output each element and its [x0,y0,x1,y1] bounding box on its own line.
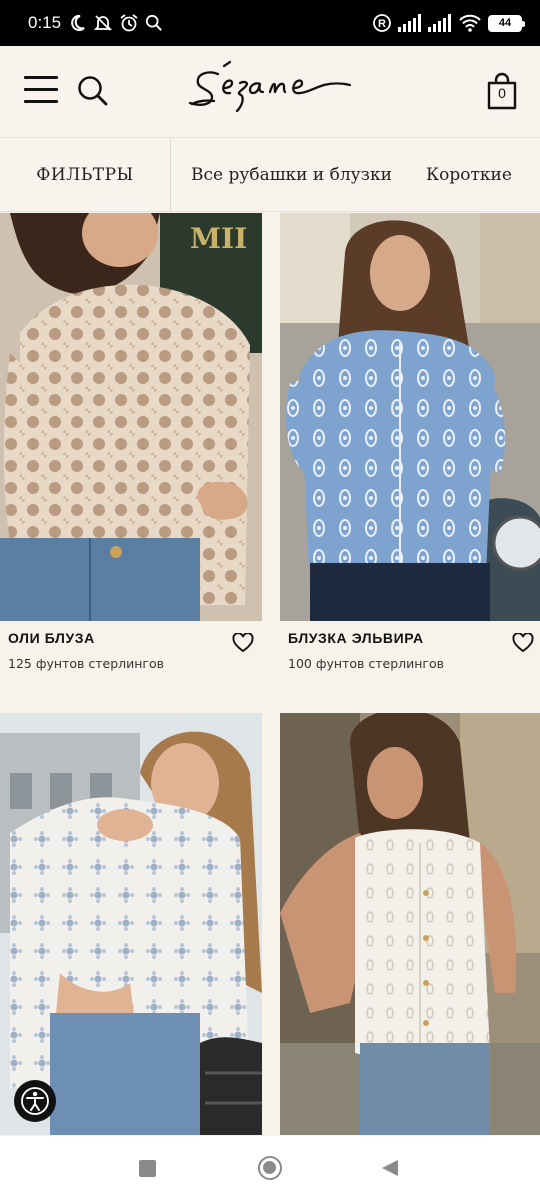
back-button[interactable] [380,1158,400,1178]
status-time: 0:15 [28,13,62,32]
product-price: 125 фунтов стерлингов [8,656,165,671]
bag-button[interactable]: 0 [486,72,518,110]
svg-text:R: R [378,18,386,30]
brand-logo[interactable] [188,58,354,124]
chip-all-shirts[interactable]: Все рубашки и блузки [191,138,392,211]
filters-button[interactable]: ФИЛЬТРЫ [0,138,171,211]
product-image[interactable] [0,713,262,1135]
signal-icon [428,14,451,32]
favorite-heart-icon[interactable] [512,633,534,653]
app-header: 0 [0,46,540,138]
recent-apps-button[interactable] [139,1160,156,1177]
status-right: R 44 [372,13,525,33]
favorite-heart-icon[interactable] [232,633,254,653]
accessibility-icon [21,1087,49,1115]
filter-bar: ФИЛЬТРЫ Все рубашки и блузки Короткие [0,138,540,212]
status-left: 0:15 [28,13,163,33]
product-name[interactable]: ОЛИ БЛУЗА [8,630,95,646]
product-image[interactable]: MII [0,213,262,621]
wifi-icon [459,14,481,32]
bag-count: 0 [498,85,506,101]
product-image[interactable] [280,213,540,621]
product-name[interactable]: БЛУЗКА ЭЛЬВИРА [288,630,424,646]
signal-icon [398,14,421,32]
chip-short[interactable]: Короткие [426,138,512,211]
search-button[interactable] [76,74,110,108]
status-bar: 0:15 R 44 [0,0,540,46]
bell-off-icon [93,15,113,31]
svg-text:MII: MII [190,222,247,255]
battery-level: 44 [498,17,512,29]
moon-icon [71,14,85,31]
menu-button[interactable] [24,76,58,106]
product-price: 100 фунтов стерлингов [288,656,445,671]
search-icon [145,14,162,31]
accessibility-button[interactable] [14,1080,56,1122]
system-nav-bar [0,1136,540,1200]
home-button[interactable] [258,1156,282,1180]
alarm-icon [120,14,138,32]
registered-icon: R [373,14,391,32]
product-image[interactable] [280,713,540,1135]
battery-icon: 44 [488,14,525,32]
menu-icon [24,76,58,79]
